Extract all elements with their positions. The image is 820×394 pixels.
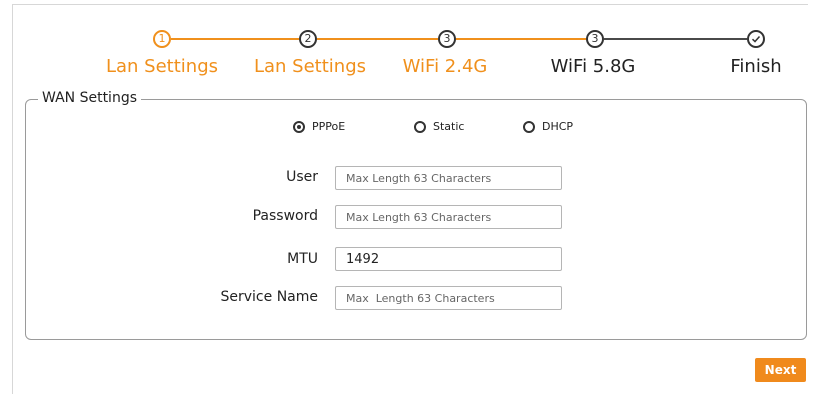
step-4-icon[interactable]: 3 [586,30,604,48]
password-input[interactable] [335,205,562,229]
radio-pppoe[interactable]: PPPoE [293,120,345,133]
service-name-label: Service Name [220,289,319,305]
radio-dhcp-icon[interactable] [523,120,535,133]
radio-dhcp[interactable]: DHCP [523,120,573,133]
service-name-input[interactable] [335,286,562,310]
stepper-connector-2 [317,38,438,40]
step-2-number: 2 [304,32,312,45]
radio-pppoe-checked-icon[interactable] [293,120,305,133]
user-input[interactable] [335,166,562,190]
wizard-page: 1 2 3 3 Lan Settings Lan Settings WiFi 2… [0,0,820,394]
step-3-number: 3 [443,32,451,45]
step-1-icon[interactable]: 1 [153,30,171,48]
radio-static-icon[interactable] [414,120,426,133]
step-1-label[interactable]: Lan Settings [106,56,218,77]
step-2-label[interactable]: Lan Settings [254,56,366,77]
setup-stepper: 1 2 3 3 Lan Settings Lan Settings WiFi 2… [0,0,820,90]
check-icon [751,35,761,43]
wan-settings-legend: WAN Settings [38,89,141,107]
radio-static[interactable]: Static [414,120,464,133]
connection-type-group: PPPoE Static DHCP [0,120,820,140]
radio-static-label: Static [433,120,465,133]
user-label: User [286,169,318,185]
step-2-icon[interactable]: 2 [299,30,317,48]
step-4-label[interactable]: WiFi 5.8G [551,56,636,77]
stepper-connector-3 [456,38,586,40]
password-label: Password [252,208,318,224]
step-3-label[interactable]: WiFi 2.4G [403,56,488,77]
radio-pppoe-label: PPPoE [312,120,346,133]
stepper-connector-4 [604,38,747,40]
next-button[interactable]: Next [755,358,806,382]
step-1-number: 1 [158,32,166,45]
step-5-label[interactable]: Finish [730,56,781,77]
step-4-number: 3 [591,32,599,45]
step-5-check-icon[interactable] [747,30,765,48]
mtu-label: MTU [287,251,318,267]
mtu-input[interactable] [335,247,562,271]
stepper-connector-1 [171,38,299,40]
step-3-icon[interactable]: 3 [438,30,456,48]
radio-dhcp-label: DHCP [542,120,574,133]
